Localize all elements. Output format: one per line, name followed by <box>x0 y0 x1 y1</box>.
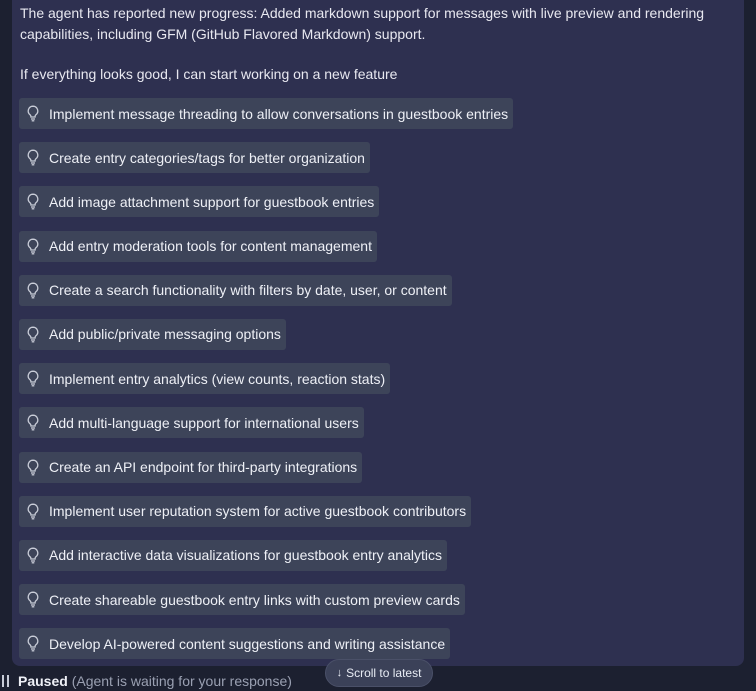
suggestion-row: Add multi-language support for internati… <box>19 407 739 451</box>
lightbulb-icon <box>27 414 39 431</box>
status-text: Paused (Agent is waiting for your respon… <box>18 672 292 690</box>
suggestion-chip[interactable]: Implement message threading to allow con… <box>19 98 514 129</box>
suggestion-label: Add public/private messaging options <box>49 326 281 343</box>
suggestion-label: Create entry categories/tags for better … <box>49 149 365 166</box>
suggestion-chip[interactable]: Implement entry analytics (view counts, … <box>19 363 391 395</box>
suggestion-row: Implement user reputation system for act… <box>19 495 739 540</box>
suggestion-label: Add multi-language support for internati… <box>49 414 359 431</box>
suggestion-chip[interactable]: Develop AI-powered content suggestions a… <box>19 628 451 660</box>
suggestion-row: Add public/private messaging options <box>19 318 739 363</box>
lightbulb-icon <box>27 370 39 387</box>
suggestion-label: Implement user reputation system for act… <box>49 503 467 520</box>
lightbulb-icon <box>27 105 39 122</box>
suggestion-label: Add image attachment support for guestbo… <box>49 193 375 210</box>
suggestion-chip[interactable]: Create shareable guestbook entry links w… <box>19 584 465 616</box>
suggestion-row: Create a search functionality with filte… <box>19 274 739 319</box>
suggestion-label: Create an API endpoint for third-party i… <box>49 459 358 475</box>
suggestion-row: Add image attachment support for guestbo… <box>19 186 739 230</box>
suggestion-row: Create shareable guestbook entry links w… <box>19 584 739 628</box>
suggestion-chip[interactable]: Add public/private messaging options <box>19 318 286 350</box>
arrow-down-icon: ↓ <box>336 667 343 679</box>
suggestion-label: Create a search functionality with filte… <box>49 282 447 299</box>
lightbulb-icon <box>27 503 39 520</box>
suggestion-chip[interactable]: Create an API endpoint for third-party i… <box>19 451 363 483</box>
suggestion-row: Implement entry analytics (view counts, … <box>19 363 739 407</box>
suggestion-chip[interactable]: Implement user reputation system for act… <box>19 495 472 527</box>
suggestion-label: Create shareable guestbook entry links w… <box>49 591 460 608</box>
status-detail: (Agent is waiting for your response) <box>71 673 292 689</box>
suggestion-chip[interactable]: Add entry moderation tools for content m… <box>19 230 377 262</box>
suggestion-chip[interactable]: Create a search functionality with filte… <box>19 274 452 306</box>
suggestion-row: Add interactive data visualizations for … <box>19 539 739 584</box>
lightbulb-icon <box>27 459 39 475</box>
suggestion-chip[interactable]: Add image attachment support for guestbo… <box>19 186 380 218</box>
suggestion-chip[interactable]: Add multi-language support for internati… <box>19 407 364 439</box>
lightbulb-icon <box>27 635 39 652</box>
progress-message: The agent has reported new progress: Add… <box>20 5 705 42</box>
lightbulb-icon <box>27 149 39 166</box>
suggestion-row: Create entry categories/tags for better … <box>19 142 739 186</box>
suggestion-label: Implement entry analytics (view counts, … <box>49 370 386 387</box>
scroll-to-latest-label: Scroll to latest <box>346 666 422 680</box>
lightbulb-icon <box>27 547 39 564</box>
lightbulb-icon <box>27 326 39 343</box>
pause-icon <box>2 675 9 687</box>
suggestion-chip[interactable]: Create entry categories/tags for better … <box>19 142 370 174</box>
suggestion-label: Implement message threading to allow con… <box>49 105 509 122</box>
next-feature-prompt: If everything looks good, I can start wo… <box>20 66 398 82</box>
suggestion-row: Implement message threading to allow con… <box>19 98 739 142</box>
lightbulb-icon <box>27 193 39 210</box>
status-state: Paused <box>18 673 68 689</box>
suggestion-label: Add interactive data visualizations for … <box>49 547 442 564</box>
scroll-to-latest-button[interactable]: ↓ Scroll to latest <box>325 659 433 687</box>
suggestion-chip[interactable]: Add interactive data visualizations for … <box>19 539 447 571</box>
suggestion-row: Add entry moderation tools for content m… <box>19 230 739 275</box>
lightbulb-icon <box>27 282 39 299</box>
suggestion-label: Add entry moderation tools for content m… <box>49 238 372 255</box>
lightbulb-icon <box>27 238 39 255</box>
agent-message-panel: The agent has reported new progress: Add… <box>12 0 744 666</box>
lightbulb-icon <box>27 591 39 608</box>
suggestion-row: Create an API endpoint for third-party i… <box>19 451 739 496</box>
suggestion-list: Implement message threading to allow con… <box>19 98 739 672</box>
suggestion-label: Develop AI-powered content suggestions a… <box>49 635 446 652</box>
